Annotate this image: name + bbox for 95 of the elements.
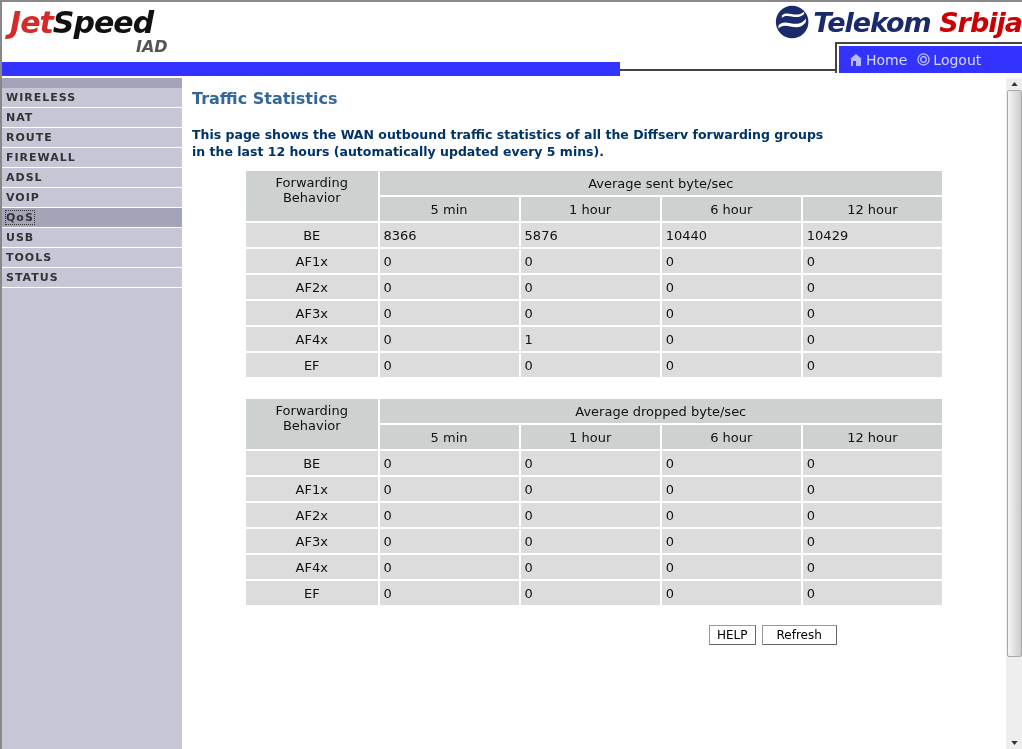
sidebar-item[interactable]: ROUTE xyxy=(2,128,182,148)
target-icon xyxy=(917,53,931,66)
table-cell: 0 xyxy=(802,301,942,325)
table-cell: 0 xyxy=(379,529,519,553)
table-cell: 0 xyxy=(379,477,519,501)
table-cell: 0 xyxy=(802,249,942,273)
scroll-up-icon[interactable] xyxy=(1010,82,1018,86)
table-cell: AF4x xyxy=(246,555,378,579)
table-cell: 0 xyxy=(379,249,519,273)
table-cell: 0 xyxy=(802,275,942,299)
table-cell: AF4x xyxy=(246,327,378,351)
table-cell: 0 xyxy=(520,529,660,553)
table-cell: 0 xyxy=(802,327,942,351)
table-cell: 0 xyxy=(379,503,519,527)
column-header: 6 hour xyxy=(661,197,801,221)
column-header: 5 min xyxy=(379,425,519,449)
table-cell: 0 xyxy=(379,301,519,325)
description-text: This page shows the WAN outbound traffic statistics of all the Diffserv forwarding groups in the last 12 hours (automatically updated every 5 mins). xyxy=(192,126,825,160)
table-cell: EF xyxy=(246,581,378,605)
table-cell: 0 xyxy=(661,503,801,527)
table-cell: 10429 xyxy=(802,223,942,247)
table-cell: 0 xyxy=(661,353,801,377)
table-cell: 0 xyxy=(520,477,660,501)
table-cell: EF xyxy=(246,353,378,377)
refresh-button[interactable]: Refresh xyxy=(761,625,837,645)
table-cell: 0 xyxy=(520,581,660,605)
sidebar-item[interactable]: NAT xyxy=(2,108,182,128)
table-cell: BE xyxy=(246,451,378,475)
sidebar-item[interactable]: ADSL xyxy=(2,168,182,188)
table-cell: 0 xyxy=(802,451,942,475)
table-cell: 0 xyxy=(802,503,942,527)
table-cell: 0 xyxy=(520,503,660,527)
sidebar-item[interactable]: QoS xyxy=(2,208,182,228)
sidebar-item[interactable]: TOOLS xyxy=(2,248,182,268)
table-cell: 1 xyxy=(520,327,660,351)
table-cell: 0 xyxy=(661,477,801,501)
column-header: 6 hour xyxy=(661,425,801,449)
column-header: Average dropped byte/sec xyxy=(379,399,942,423)
help-button[interactable]: HELP xyxy=(709,625,756,645)
scroll-down-icon[interactable] xyxy=(1010,741,1018,745)
table-cell: 0 xyxy=(661,249,801,273)
sidebar-item[interactable]: WIRELESS xyxy=(2,88,182,108)
table-cell: 0 xyxy=(661,529,801,553)
table-cell: 0 xyxy=(661,581,801,605)
table-cell: 0 xyxy=(802,555,942,579)
table-cell: 0 xyxy=(520,555,660,579)
table-cell: AF1x xyxy=(246,477,378,501)
table-cell: 0 xyxy=(379,451,519,475)
column-header: Average sent byte/sec xyxy=(379,171,942,195)
scroll-thumb[interactable] xyxy=(1006,90,1022,657)
column-header: 12 hour xyxy=(802,197,942,221)
table-cell: 0 xyxy=(520,353,660,377)
column-header: Forwarding Behavior xyxy=(246,171,378,221)
column-header: 12 hour xyxy=(802,425,942,449)
table-cell: 0 xyxy=(802,529,942,553)
sidebar-item[interactable]: STATUS xyxy=(2,268,182,288)
table-cell: 0 xyxy=(661,555,801,579)
table-cell: 0 xyxy=(661,275,801,299)
table-cell: AF2x xyxy=(246,503,378,527)
logout-link[interactable]: Logout xyxy=(917,51,982,68)
table-cell: AF3x xyxy=(246,529,378,553)
home-link[interactable]: Home xyxy=(849,51,908,68)
table-cell: AF2x xyxy=(246,275,378,299)
table-cell: 0 xyxy=(379,327,519,351)
table-cell: 0 xyxy=(379,581,519,605)
table-cell: 10440 xyxy=(661,223,801,247)
table-cell: 0 xyxy=(379,275,519,299)
house-icon xyxy=(849,52,863,67)
table-cell: 8366 xyxy=(379,223,519,247)
table-cell: 0 xyxy=(379,353,519,377)
column-header: 1 hour xyxy=(520,197,660,221)
table-cell: 0 xyxy=(802,353,942,377)
table-cell: 5876 xyxy=(520,223,660,247)
table-cell: 0 xyxy=(802,581,942,605)
table-cell: 0 xyxy=(661,451,801,475)
table-cell: 0 xyxy=(661,301,801,325)
column-header: Forwarding Behavior xyxy=(246,399,378,449)
table-cell: 0 xyxy=(520,249,660,273)
table-cell: 0 xyxy=(520,451,660,475)
sidebar-item[interactable]: FIREWALL xyxy=(2,148,182,168)
page-title: Traffic Statistics xyxy=(192,89,339,108)
table-cell: AF3x xyxy=(246,301,378,325)
table-cell: BE xyxy=(246,223,378,247)
column-header: 1 hour xyxy=(520,425,660,449)
table-cell: 0 xyxy=(802,477,942,501)
scrollbar[interactable] xyxy=(1006,78,1022,749)
table-cell: AF1x xyxy=(246,249,378,273)
globe-icon xyxy=(775,3,810,41)
table-cell: 0 xyxy=(661,327,801,351)
table-cell: 0 xyxy=(379,555,519,579)
table-cell: 0 xyxy=(520,301,660,325)
column-header: 5 min xyxy=(379,197,519,221)
telekom-srbija-logo: Telekom Srbija xyxy=(813,6,1022,38)
sidebar-item[interactable]: USB xyxy=(2,228,182,248)
table-cell: 0 xyxy=(520,275,660,299)
